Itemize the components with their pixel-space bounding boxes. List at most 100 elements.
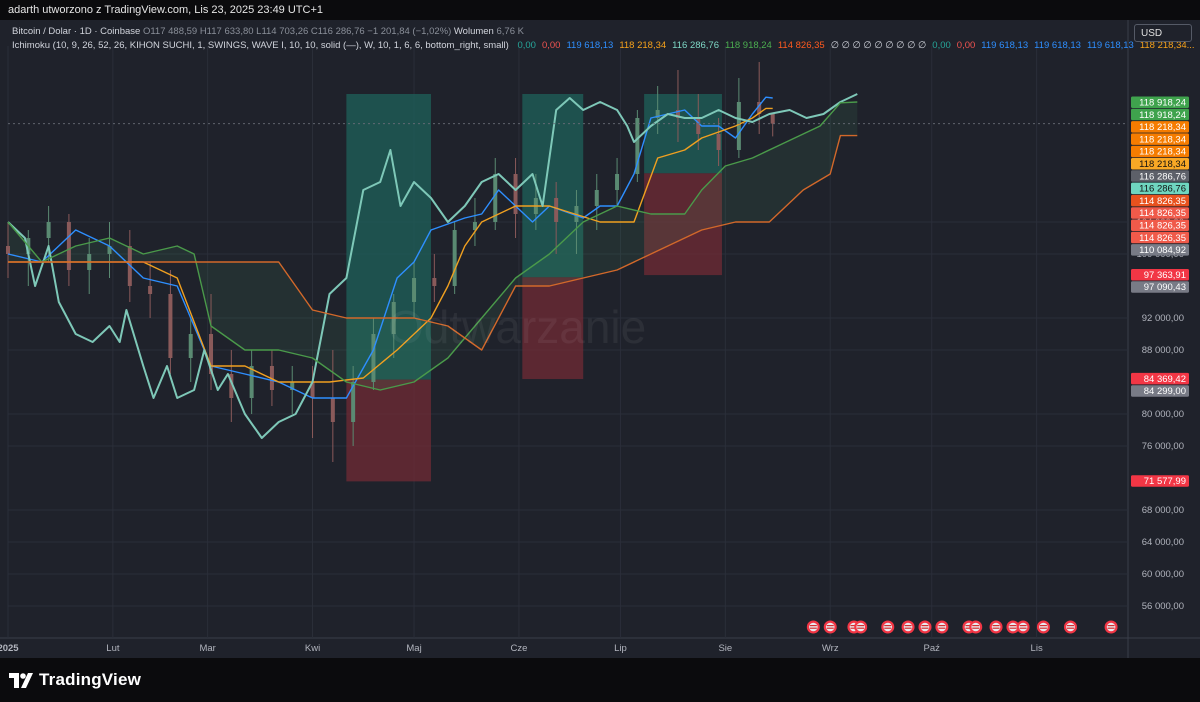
price-tick-label: 88 000,00 xyxy=(1142,345,1184,356)
us-flag-icon xyxy=(1036,620,1050,634)
flag-face xyxy=(1018,622,1028,632)
indicator-value: 119 618,13 xyxy=(1086,40,1134,51)
flag-face xyxy=(920,622,930,632)
flag-face xyxy=(903,622,913,632)
price-tag-label: 118 218,34 xyxy=(1139,147,1186,158)
tradingview-logo[interactable]: TradingView xyxy=(9,670,141,690)
indicator-value: 0,00 xyxy=(517,40,536,51)
flag-stripe xyxy=(1009,627,1017,629)
flag-stripe xyxy=(921,627,929,629)
price-tick-label: 60 000,00 xyxy=(1142,569,1184,580)
flag-face xyxy=(937,622,947,632)
price-tag-label: 84 369,42 xyxy=(1144,374,1186,385)
replay-watermark: Odtwarzanie xyxy=(388,301,647,353)
indicator-value: 119 618,13 xyxy=(981,40,1029,51)
flag-face xyxy=(971,622,981,632)
us-flag-icon xyxy=(1016,620,1030,634)
price-tag-label: 118 218,34 xyxy=(1139,122,1186,133)
us-flag-icon xyxy=(1104,620,1118,634)
event-icons xyxy=(806,620,1118,634)
candle-body xyxy=(188,334,193,358)
price-tag-label: 118 218,34 xyxy=(1139,134,1186,145)
price-tag-label: 116 286,76 xyxy=(1139,184,1186,195)
footer-bar xyxy=(0,658,1200,702)
price-tag-label: 118 918,24 xyxy=(1139,98,1186,109)
price-tag-label: 97 363,91 xyxy=(1144,270,1186,281)
us-flag-icon xyxy=(969,620,983,634)
flag-stripe xyxy=(921,625,929,627)
time-tick-label: Maj xyxy=(406,643,421,654)
indicator-value: 0,00 xyxy=(956,40,976,51)
candle-body xyxy=(330,398,335,422)
price-tag-label: 118 918,24 xyxy=(1139,110,1186,121)
candle-body xyxy=(249,366,254,398)
us-flag-icon xyxy=(989,620,1003,634)
flag-stripe xyxy=(938,627,946,629)
candle-body xyxy=(412,278,417,302)
indicator-value: 116 286,76 xyxy=(672,40,719,51)
time-tick-label: Kwi xyxy=(305,643,320,654)
indicator-title[interactable]: Ichimoku (10, 9, 26, 52, 26, KIHON SUCHI… xyxy=(12,40,509,51)
flag-stripe xyxy=(992,625,1000,627)
price-tag-label: 114 826,35 xyxy=(1139,208,1186,219)
us-flag-icon xyxy=(881,620,895,634)
candle-body xyxy=(696,118,701,134)
flag-face xyxy=(1106,622,1116,632)
price-tick-label: 56 000,00 xyxy=(1142,601,1184,612)
price-tag-label: 114 826,35 xyxy=(1139,233,1186,244)
currency-button[interactable]: USD xyxy=(1134,24,1192,42)
flag-stripe xyxy=(1066,625,1074,627)
candle-body xyxy=(6,246,10,254)
ohlc-values: O117 488,59 H117 633,80 L114 703,26 C116… xyxy=(142,26,452,37)
volume-label: Wolumen xyxy=(453,26,494,37)
candle-body xyxy=(432,278,437,286)
price-tag-label: 71 577,99 xyxy=(1144,476,1186,487)
price-tag-label: 97 090,43 xyxy=(1144,282,1186,293)
flag-stripe xyxy=(904,625,912,627)
time-tick-label: Lip xyxy=(614,643,627,654)
flag-stripe xyxy=(884,627,892,629)
price-tick-label: 76 000,00 xyxy=(1142,441,1184,452)
us-flag-icon xyxy=(1063,620,1077,634)
flag-face xyxy=(883,622,893,632)
us-flag-icon xyxy=(918,620,932,634)
indicator-legend[interactable]: Ichimoku (10, 9, 26, 52, 26, KIHON SUCHI… xyxy=(12,40,1200,51)
time-tick-label: Lis xyxy=(1031,643,1043,654)
flag-stripe xyxy=(809,627,817,629)
time-tick-label: Paź xyxy=(924,643,941,654)
flag-stripe xyxy=(1039,627,1047,629)
symbol-legend[interactable]: Bitcoin / Dolar · 1D · Coinbase O117 488… xyxy=(12,26,524,37)
us-flag-icon xyxy=(901,620,915,634)
indicator-value: 118 918,24 xyxy=(725,40,772,51)
time-tick-label: 2025 xyxy=(0,643,19,654)
us-flag-icon xyxy=(935,620,949,634)
brand-name: TradingView xyxy=(39,670,142,689)
indicator-value: 119 618,13 xyxy=(1034,40,1081,51)
time-tick-label: Mar xyxy=(199,643,215,654)
price-tag-label: 118 218,34 xyxy=(1139,159,1186,170)
flag-stripe xyxy=(826,627,834,629)
indicator-value: 118 218,34 xyxy=(619,40,667,51)
time-tick-label: Sie xyxy=(718,643,732,654)
candle-body xyxy=(66,222,71,270)
indicator-value: 119 618,13 xyxy=(566,40,614,51)
symbol-title[interactable]: Bitcoin / Dolar · 1D · Coinbase xyxy=(12,26,140,37)
indicator-value: 0,00 xyxy=(932,40,951,51)
candle-body xyxy=(452,230,457,286)
flag-face xyxy=(809,622,818,632)
flag-face xyxy=(1039,622,1048,632)
candle-body xyxy=(594,190,599,206)
flag-face xyxy=(825,622,835,632)
flag-stripe xyxy=(1019,627,1027,629)
price-tick-label: 68 000,00 xyxy=(1142,505,1184,516)
candle-body xyxy=(736,102,741,150)
flag-stripe xyxy=(857,627,865,629)
position-boxes xyxy=(346,94,722,482)
candle-body xyxy=(554,198,559,222)
flag-face xyxy=(1008,622,1018,632)
red-position-box xyxy=(346,379,431,482)
tradingview-logo-icon xyxy=(9,672,33,688)
flag-stripe xyxy=(972,625,980,627)
flag-face xyxy=(1066,622,1075,632)
flag-stripe xyxy=(904,627,912,629)
